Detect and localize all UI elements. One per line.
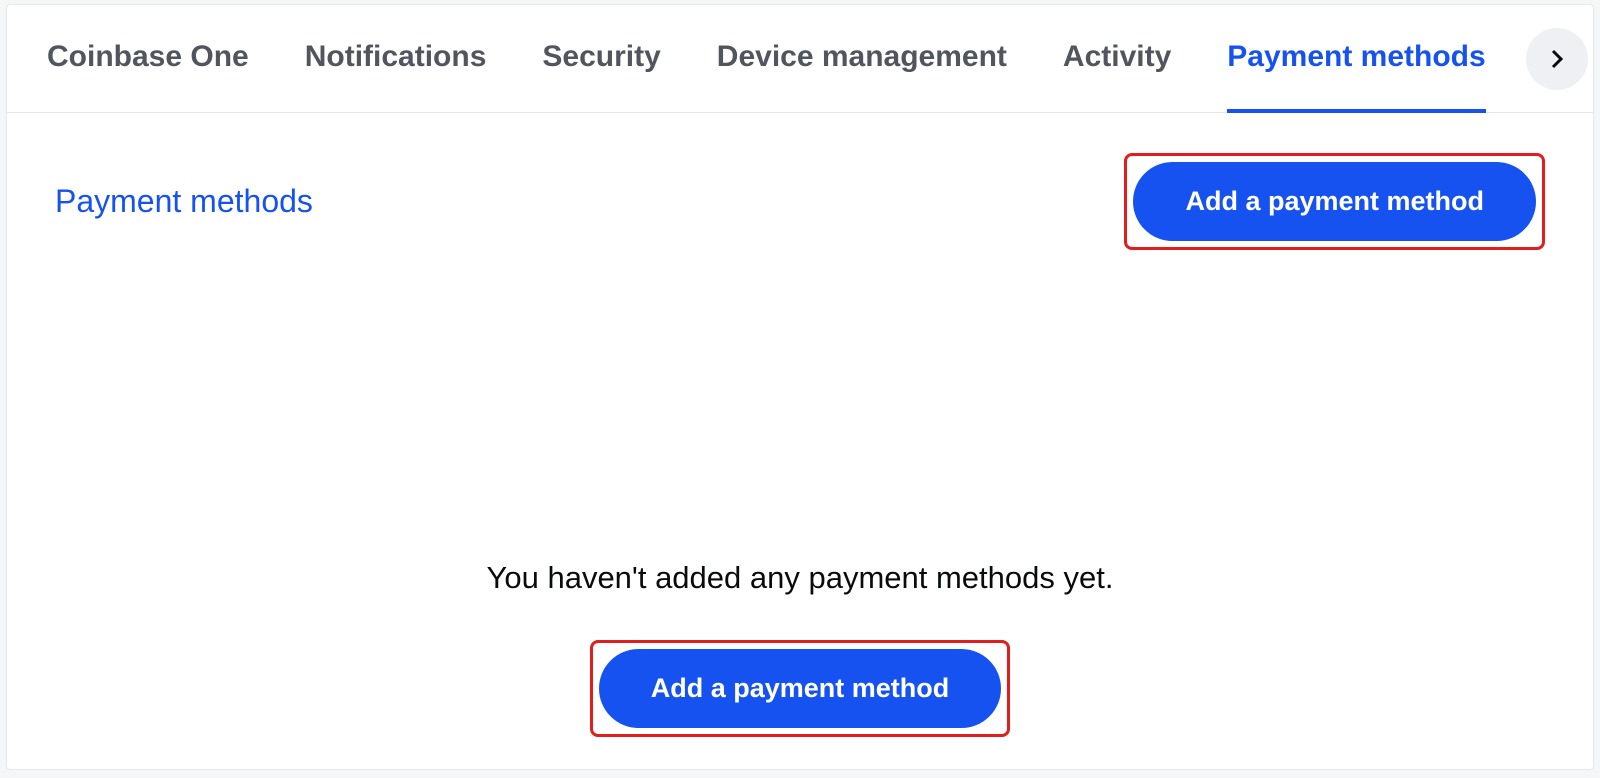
empty-state-message: You haven't added any payment methods ye… [487, 560, 1114, 596]
tab-label: Security [542, 40, 660, 74]
section-title: Payment methods [55, 183, 313, 220]
tab-payment-methods[interactable]: Payment methods [1227, 6, 1485, 113]
tab-coinbase-one[interactable]: Coinbase One [47, 6, 249, 113]
tabs-list: Coinbase One Notifications Security Devi… [47, 5, 1486, 112]
tabs-scroll-right-button[interactable] [1526, 28, 1588, 90]
empty-state: You haven't added any payment methods ye… [7, 250, 1593, 769]
annotation-highlight: Add a payment method [1124, 153, 1545, 250]
tab-label: Notifications [305, 40, 487, 74]
tab-label: Activity [1063, 40, 1171, 74]
tab-notifications[interactable]: Notifications [305, 6, 487, 113]
tab-device-management[interactable]: Device management [717, 6, 1007, 113]
settings-page: Coinbase One Notifications Security Devi… [6, 4, 1594, 770]
chevron-right-icon [1545, 47, 1569, 71]
add-payment-method-button[interactable]: Add a payment method [1133, 162, 1536, 241]
tab-label: Payment methods [1227, 40, 1485, 74]
add-payment-method-button-empty[interactable]: Add a payment method [599, 649, 1002, 728]
section-header: Payment methods Add a payment method [7, 113, 1593, 250]
tab-security[interactable]: Security [542, 6, 660, 113]
tab-label: Device management [717, 40, 1007, 74]
annotation-highlight: Add a payment method [590, 640, 1011, 737]
tab-activity[interactable]: Activity [1063, 6, 1171, 113]
settings-tabs-bar: Coinbase One Notifications Security Devi… [7, 5, 1593, 113]
tab-label: Coinbase One [47, 40, 249, 74]
